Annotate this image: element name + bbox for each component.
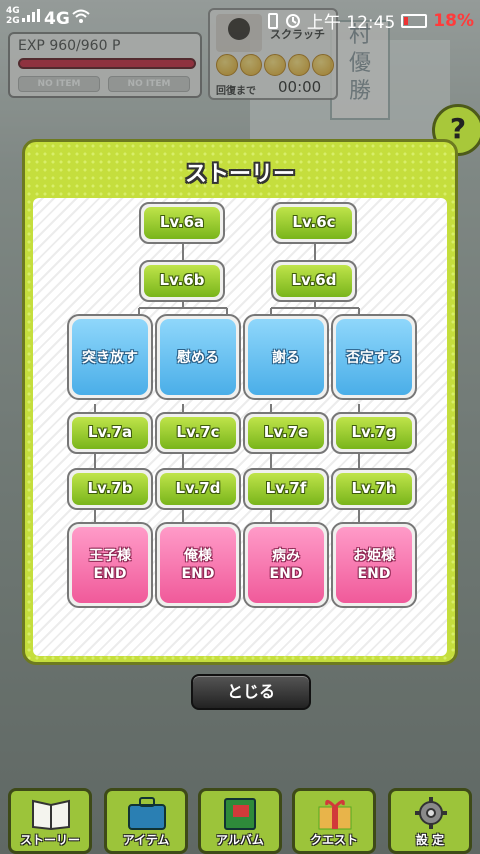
nav-label: ストーリー	[19, 833, 80, 847]
book-icon	[32, 799, 70, 831]
close-button[interactable]: とじる	[191, 674, 311, 710]
nav-settings-button[interactable]: 設 定	[388, 788, 472, 854]
nav-label: 設 定	[415, 833, 445, 847]
battery-percent: 18%	[433, 10, 474, 31]
level-node-7g[interactable]: Lv.7g	[331, 412, 417, 454]
ending-prince[interactable]: 王子様 END	[67, 522, 153, 608]
level-label: Lv.7c	[160, 417, 236, 449]
nav-label: クエスト	[309, 833, 358, 847]
clock-text: 上午 12:45	[306, 13, 396, 33]
status-bar: 4G 2G 4G 上午 12:45 18%	[0, 0, 480, 36]
level-label: Lv.6c	[276, 207, 352, 239]
story-panel: ストーリー Lv.6a Lv.6c Lv.6b Lv.6d 突き放す 慰める 謝…	[22, 139, 458, 710]
signal-top-label: 4G	[6, 6, 20, 16]
level-label: Lv.7d	[160, 473, 236, 505]
level-label: Lv.6a	[144, 207, 220, 239]
level-label: Lv.7h	[336, 473, 412, 505]
bag-icon	[128, 797, 166, 830]
battery-icon	[401, 13, 428, 28]
ending-suffix: END	[93, 566, 127, 582]
alarm-icon	[285, 13, 300, 28]
level-label: Lv.6d	[276, 265, 352, 297]
choice-label: 突き放す	[72, 319, 148, 395]
ending-name: お姫様	[353, 548, 395, 564]
choice-label: 否定する	[336, 319, 412, 395]
nav-story-button[interactable]: ストーリー	[8, 788, 92, 854]
ending-princess[interactable]: お姫様 END	[331, 522, 417, 608]
level-node-7b[interactable]: Lv.7b	[67, 468, 153, 510]
bottom-nav: ストーリー アイテム アルバム クエスト 設 定	[0, 780, 480, 854]
ending-ore-sama[interactable]: 俺様 END	[155, 522, 241, 608]
level-node-7f[interactable]: Lv.7f	[243, 468, 329, 510]
wifi-icon	[72, 9, 90, 23]
signal-bars-icon	[22, 9, 40, 22]
choice-apologize[interactable]: 謝る	[243, 314, 329, 400]
choice-comfort[interactable]: 慰める	[155, 314, 241, 400]
network-type: 4G	[44, 9, 70, 29]
choice-label: 慰める	[160, 319, 236, 395]
status-right: 上午 12:45 18%	[267, 8, 474, 33]
level-node-7d[interactable]: Lv.7d	[155, 468, 241, 510]
level-label: Lv.7g	[336, 417, 412, 449]
choice-push-away[interactable]: 突き放す	[67, 314, 153, 400]
nav-album-button[interactable]: アルバム	[198, 788, 282, 854]
ending-name: 病み	[272, 548, 300, 564]
level-node-6d[interactable]: Lv.6d	[271, 260, 357, 302]
nav-item-button[interactable]: アイテム	[104, 788, 188, 854]
album-icon	[224, 798, 256, 830]
vibrate-icon	[267, 12, 278, 29]
ending-label: 王子様 END	[72, 527, 148, 603]
ending-label: お姫様 END	[336, 527, 412, 603]
choice-deny[interactable]: 否定する	[331, 314, 417, 400]
ending-suffix: END	[181, 566, 215, 582]
level-node-7e[interactable]: Lv.7e	[243, 412, 329, 454]
level-label: Lv.6b	[144, 265, 220, 297]
choice-label: 謝る	[248, 319, 324, 395]
gear-icon	[415, 797, 447, 829]
level-label: Lv.7e	[248, 417, 324, 449]
signal-label: 4G 2G	[6, 6, 20, 26]
level-label: Lv.7b	[72, 473, 148, 505]
level-label: Lv.7f	[248, 473, 324, 505]
ending-name: 俺様	[184, 548, 212, 564]
nav-label: アイテム	[122, 833, 170, 847]
level-node-6a[interactable]: Lv.6a	[139, 202, 225, 244]
level-node-7a[interactable]: Lv.7a	[67, 412, 153, 454]
nav-label: アルバム	[216, 833, 264, 847]
story-tree-area: Lv.6a Lv.6c Lv.6b Lv.6d 突き放す 慰める 謝る 否定する…	[33, 198, 447, 710]
level-label: Lv.7a	[72, 417, 148, 449]
ending-suffix: END	[357, 566, 391, 582]
level-node-7c[interactable]: Lv.7c	[155, 412, 241, 454]
ending-yami[interactable]: 病み END	[243, 522, 329, 608]
signal-bottom-label: 2G	[6, 16, 20, 26]
gift-icon	[318, 800, 352, 830]
panel-title: ストーリー	[184, 162, 295, 187]
nav-quest-button[interactable]: クエスト	[292, 788, 376, 854]
ending-name: 王子様	[89, 548, 131, 564]
ending-label: 病み END	[248, 527, 324, 603]
ending-label: 俺様 END	[160, 527, 236, 603]
level-node-7h[interactable]: Lv.7h	[331, 468, 417, 510]
ending-suffix: END	[269, 566, 303, 582]
level-node-6b[interactable]: Lv.6b	[139, 260, 225, 302]
level-node-6c[interactable]: Lv.6c	[271, 202, 357, 244]
